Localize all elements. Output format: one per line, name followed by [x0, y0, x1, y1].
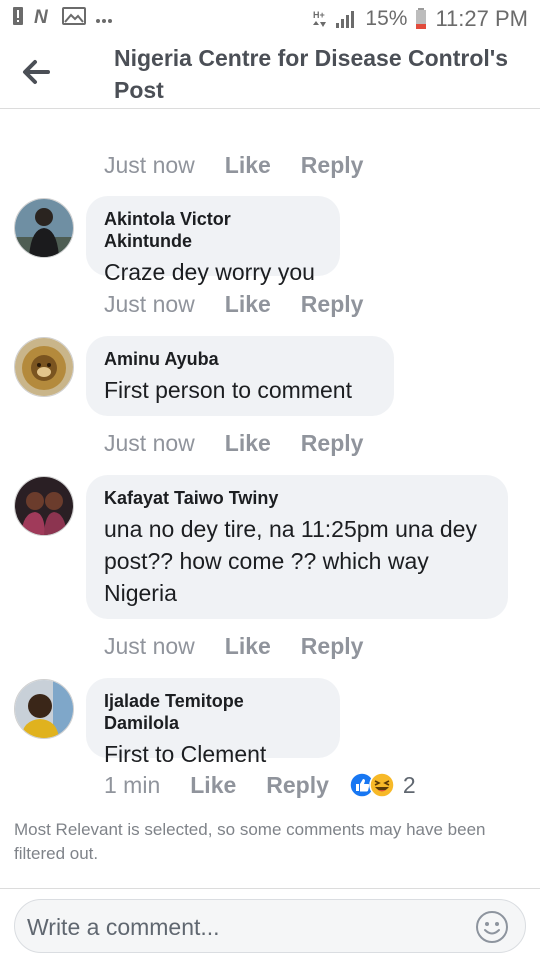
comment-text: Craze dey worry you	[104, 259, 315, 285]
reply-button[interactable]: Reply	[301, 291, 364, 318]
like-button[interactable]: Like	[225, 633, 271, 660]
comment-actions: Just now Like Reply	[104, 631, 363, 661]
battery-icon	[416, 8, 427, 29]
svg-text:H+: H+	[313, 10, 325, 20]
post-header: Nigeria Centre for Disease Control's Pos…	[0, 36, 540, 109]
reaction-count: 2	[402, 771, 416, 798]
reply-button[interactable]: Reply	[301, 430, 364, 457]
battery-percent: 15%	[365, 7, 408, 30]
divider	[0, 888, 540, 889]
signal-icon	[336, 11, 355, 28]
comment-author[interactable]: Kafayat Taiwo Twiny	[104, 487, 490, 509]
comment-actions: Just now Like Reply	[104, 150, 363, 180]
like-button[interactable]: Like	[225, 291, 271, 318]
comment-bubble: Akintola Victor Akintunde Craze dey worr…	[86, 196, 340, 285]
avatar[interactable]	[14, 476, 74, 536]
comment-time: Just now	[104, 290, 195, 317]
reply-button[interactable]: Reply	[301, 633, 364, 660]
status-bar-notifications: N	[12, 6, 114, 26]
like-button[interactable]: Like	[190, 772, 236, 799]
haha-reaction-icon	[369, 772, 395, 798]
comment-actions: Just now Like Reply	[104, 428, 363, 458]
comment-author[interactable]: Aminu Ayuba	[104, 348, 376, 370]
filter-note: Most Relevant is selected, so some comme…	[14, 820, 486, 863]
data-icon: H+	[313, 10, 327, 27]
comment-actions: 1 min Like Reply 2	[104, 770, 416, 800]
comment-actions: Just now Like Reply	[104, 289, 363, 319]
reply-button[interactable]: Reply	[301, 152, 364, 179]
comment-text: First person to comment	[104, 377, 352, 403]
page-title: Nigeria Centre for Disease Control's Pos…	[114, 45, 509, 103]
alert-icon	[13, 7, 23, 25]
comment-bubble: Aminu Ayuba First person to comment	[86, 336, 394, 416]
comment-time: Just now	[104, 429, 195, 456]
reactions-summary[interactable]: 2	[349, 772, 416, 799]
emoji-icon[interactable]	[475, 910, 509, 944]
comment-input[interactable]	[25, 900, 469, 954]
like-button[interactable]: Like	[225, 152, 271, 179]
comment-time: 1 min	[104, 771, 161, 798]
status-time: 11:27 PM	[435, 6, 528, 31]
comment-author[interactable]: Akintola Victor Akintunde	[104, 208, 322, 252]
comment-time: Just now	[104, 151, 195, 178]
comment-text: First to Clement	[104, 741, 267, 767]
avatar[interactable]	[14, 198, 74, 258]
status-bar: N H+ 15% 11:27 PM	[0, 0, 540, 36]
comment-text: una no dey tire, na 11:25pm una dey post…	[104, 516, 477, 606]
comment-composer	[14, 899, 526, 954]
avatar[interactable]	[14, 337, 74, 397]
gallery-icon	[62, 7, 86, 25]
reply-button[interactable]: Reply	[266, 772, 329, 799]
comment-time: Just now	[104, 632, 195, 659]
like-button[interactable]: Like	[225, 430, 271, 457]
n-app-icon: N	[34, 7, 49, 26]
comment-author[interactable]: Ijalade Temitope Damilola	[104, 690, 322, 734]
avatar[interactable]	[14, 679, 74, 739]
comment-bubble: Ijalade Temitope Damilola First to Cleme…	[86, 678, 340, 767]
back-arrow-icon[interactable]	[18, 54, 54, 90]
more-notifications-icon	[96, 19, 112, 23]
svg-text:N: N	[34, 7, 49, 26]
status-bar-system: H+ 15% 11:27 PM	[313, 6, 528, 32]
comment-bubble: Kafayat Taiwo Twiny una no dey tire, na …	[86, 475, 508, 619]
